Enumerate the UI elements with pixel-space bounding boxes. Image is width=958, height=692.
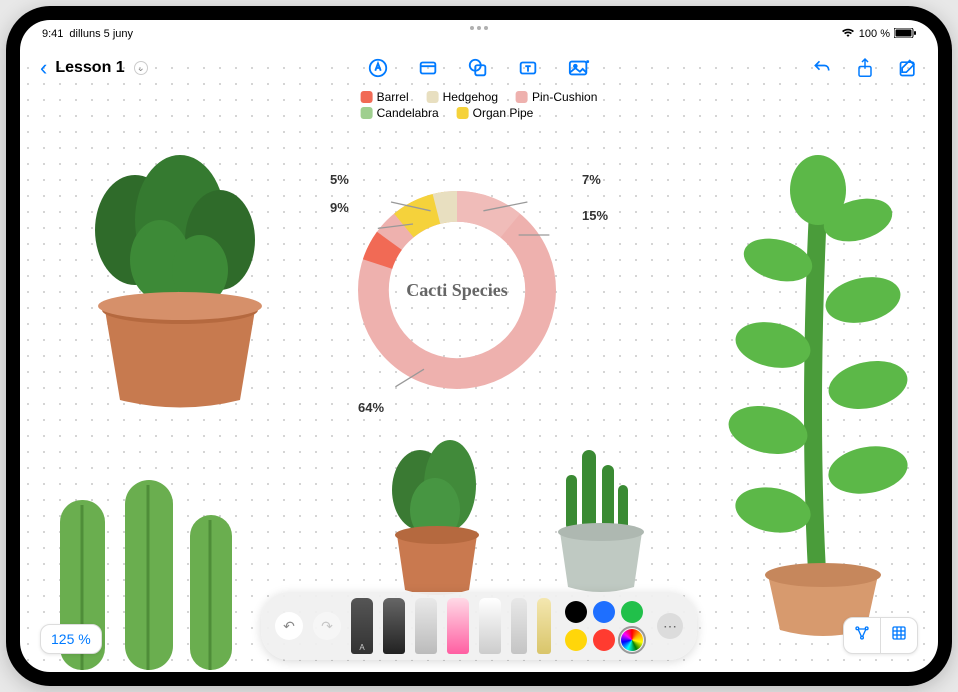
color-swatch-blue[interactable]: [593, 601, 615, 623]
pencil-tool[interactable]: [415, 598, 437, 654]
grid-view-button[interactable]: [881, 618, 917, 653]
text-box-button[interactable]: [517, 57, 539, 79]
status-time: 9:41: [42, 28, 63, 40]
drawing-tools-dock: ↶ ↷ A ⋯: [261, 592, 697, 660]
legend-item: Pin-Cushion: [516, 90, 597, 104]
title-dropdown-icon[interactable]: ⌄: [134, 61, 148, 75]
status-battery: 100 %: [859, 28, 890, 40]
legend-item: Organ Pipe: [457, 106, 534, 120]
sticky-note-button[interactable]: [417, 57, 439, 79]
share-button[interactable]: [856, 57, 874, 79]
eraser-tool[interactable]: [479, 598, 501, 654]
pct-label: 9%: [330, 200, 349, 215]
legend-item: Barrel: [361, 90, 409, 104]
pct-label: 15%: [582, 208, 608, 223]
markup-tool-button[interactable]: [367, 57, 389, 79]
color-swatch-black[interactable]: [565, 601, 587, 623]
color-picker-button[interactable]: [621, 629, 643, 651]
color-swatch-red[interactable]: [593, 629, 615, 651]
connections-view-button[interactable]: [844, 618, 881, 653]
canvas[interactable]: Barrel Hedgehog Pin-Cushion Candelabra O…: [20, 90, 938, 672]
pct-label: 7%: [582, 172, 601, 187]
view-toggle: [843, 617, 918, 654]
cactus-image-small-1[interactable]: [365, 420, 505, 600]
marker-tool[interactable]: [383, 598, 405, 654]
media-button[interactable]: [567, 57, 591, 79]
crayon-tool[interactable]: [447, 598, 469, 654]
dock-redo-button[interactable]: ↷: [313, 612, 341, 640]
battery-icon: [894, 28, 916, 41]
cactus-image-small-2[interactable]: [530, 420, 670, 600]
cactus-drawing-succulent[interactable]: [708, 120, 928, 640]
chart-title: Cacti Species: [347, 180, 567, 400]
color-swatch-green[interactable]: [621, 601, 643, 623]
chart-legend: Barrel Hedgehog Pin-Cushion Candelabra O…: [361, 90, 598, 120]
donut-chart[interactable]: Cacti Species: [347, 180, 567, 400]
legend-item: Hedgehog: [427, 90, 498, 104]
undo-button[interactable]: [812, 58, 832, 78]
color-swatch-yellow[interactable]: [565, 629, 587, 651]
compose-button[interactable]: [898, 58, 918, 78]
screen: 9:41 dilluns 5 juny 100 % ‹ Lesson 1 ⌄: [20, 20, 938, 672]
document-title[interactable]: Lesson 1: [55, 59, 124, 77]
dock-undo-button[interactable]: ↶: [275, 612, 303, 640]
wifi-icon: [841, 28, 855, 41]
app-toolbar: ‹ Lesson 1 ⌄: [20, 48, 938, 88]
legend-item: Candelabra: [361, 106, 439, 120]
lasso-tool[interactable]: [511, 598, 527, 654]
multitask-icon[interactable]: [470, 26, 488, 30]
more-tools-button[interactable]: ⋯: [657, 613, 683, 639]
pen-tool[interactable]: A: [351, 598, 373, 654]
pct-label: 64%: [358, 400, 384, 415]
pct-label: 5%: [330, 172, 349, 187]
status-date: dilluns 5 juny: [69, 28, 133, 40]
back-button[interactable]: ‹: [40, 55, 47, 81]
ipad-frame: 9:41 dilluns 5 juny 100 % ‹ Lesson 1 ⌄: [6, 6, 952, 686]
shapes-button[interactable]: [467, 57, 489, 79]
color-palette: [565, 601, 643, 651]
ruler-tool[interactable]: [537, 598, 551, 654]
cactus-image-barrel[interactable]: [50, 130, 300, 420]
zoom-level-button[interactable]: 125 %: [40, 624, 102, 654]
